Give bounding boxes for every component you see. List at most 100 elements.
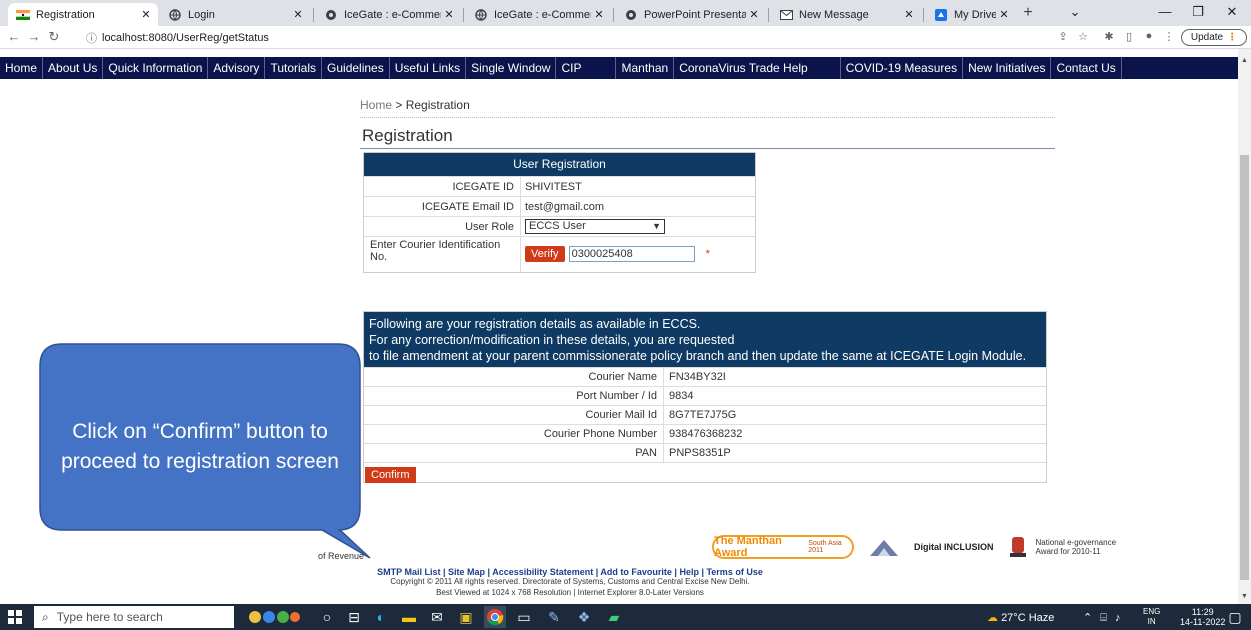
table-row: Courier Mail Id 8G7TE7J75G — [364, 405, 1046, 424]
tab-my-drive[interactable]: My Drive ✕ — [926, 3, 1016, 26]
info-icon[interactable]: ⓘ — [86, 30, 97, 46]
app-icon[interactable]: ▰ — [605, 608, 623, 626]
chrome-icon[interactable] — [484, 606, 506, 628]
globe-icon — [168, 8, 182, 22]
tab-registration[interactable]: Registration ✕ — [8, 3, 158, 26]
scrollbar-thumb[interactable] — [1240, 155, 1249, 580]
lang-top: ENG — [1143, 607, 1161, 616]
nav-about-us[interactable]: About Us — [43, 57, 104, 79]
email-label: ICEGATE Email ID — [364, 197, 521, 216]
icegate-icon — [624, 8, 638, 22]
menu-dots-icon[interactable]: ⋮ — [1162, 30, 1176, 43]
registration-details: Following are your registration details … — [363, 311, 1047, 483]
extensions-icon[interactable]: ✱ — [1102, 30, 1116, 43]
nav-useful-links[interactable]: Useful Links — [390, 57, 467, 79]
breadcrumb-current: Registration — [405, 98, 470, 112]
notification-icon[interactable]: ▢ — [1226, 608, 1244, 626]
tool-icon[interactable]: ❖ — [575, 608, 593, 626]
taskbar: ⌕ Type here to search ○ ⊟ ◐ ▬ ✉ ▣ ▭ ✎ ❖ … — [0, 604, 1251, 630]
update-button[interactable]: Update ⋮ — [1181, 29, 1247, 46]
breadcrumb-home[interactable]: Home — [360, 98, 392, 112]
nav-tutorials[interactable]: Tutorials — [265, 57, 323, 79]
restore-icon[interactable]: ❐ — [1183, 4, 1213, 20]
terminal-icon[interactable]: ▭ — [515, 608, 533, 626]
tab-label: IceGate : e-Commerce — [494, 8, 591, 21]
close-icon[interactable]: ✕ — [591, 8, 607, 21]
manthan-award-logo: The Manthan Award South Asia 2011 — [712, 535, 854, 559]
footer-links[interactable]: SMTP Mail List | Site Map | Accessibilit… — [360, 567, 780, 577]
reload-icon[interactable]: ↻ — [46, 29, 62, 45]
nav-coronavirus-trade-help[interactable]: CoronaVirus Trade Help — [674, 57, 841, 79]
close-icon[interactable]: ✕ — [441, 8, 457, 21]
share-icon[interactable]: ⇪ — [1056, 30, 1070, 43]
chevron-up-icon: ⌃ — [1083, 612, 1093, 624]
edge-icon[interactable]: ◐ — [372, 608, 390, 626]
close-icon[interactable]: ✕ — [901, 8, 917, 21]
user-role-row: User Role ECCS User ▼ — [364, 216, 755, 236]
scroll-down-icon[interactable]: ▼ — [1238, 591, 1251, 603]
nav-covid-measures[interactable]: COVID-19 Measures — [841, 57, 964, 79]
tab-icegate-2[interactable]: IceGate : e-Commerce ✕ — [466, 3, 611, 26]
tab-label: Login — [188, 8, 215, 21]
taskbar-clock[interactable]: 11:29 14-11-2022 — [1180, 607, 1225, 627]
icegate-id-label: ICEGATE ID — [364, 177, 521, 196]
store-icon[interactable]: ▣ — [457, 608, 475, 626]
tab-icegate-1[interactable]: IceGate : e-Commerce ✕ — [316, 3, 461, 26]
profile-icon[interactable]: ● — [1142, 30, 1156, 42]
side-panel-icon[interactable]: ▯ — [1122, 30, 1136, 43]
national-emblem-icon — [1008, 535, 1028, 559]
nav-new-initiatives[interactable]: New Initiatives — [963, 57, 1052, 79]
close-icon[interactable]: ✕ — [290, 8, 306, 21]
breadcrumb: Home > Registration — [360, 98, 470, 112]
pen-icon[interactable]: ✎ — [545, 608, 563, 626]
close-icon[interactable]: ✕ — [138, 8, 154, 21]
close-icon[interactable]: ✕ — [746, 8, 762, 21]
mail-app-icon[interactable]: ✉ — [428, 608, 446, 626]
user-registration-table: User Registration ICEGATE ID SHIVITEST I… — [363, 152, 756, 273]
tab-new-message[interactable]: New Message ✕ — [771, 3, 921, 26]
nav-single-window[interactable]: Single Window — [466, 57, 557, 79]
courier-id-label: Enter Courier Identification No. — [364, 237, 521, 272]
tab-label: Registration — [36, 8, 95, 21]
nav-manthan[interactable]: Manthan — [616, 57, 675, 79]
tray-icons[interactable]: ⌃ ⌸ ♪ — [1083, 611, 1120, 625]
cortana-icon[interactable]: ○ — [318, 608, 336, 626]
nav-advisory[interactable]: Advisory — [208, 57, 266, 79]
close-icon[interactable]: ✕ — [996, 8, 1012, 21]
task-view-icon[interactable]: ⊟ — [345, 608, 363, 626]
nav-guidelines[interactable]: Guidelines — [322, 57, 390, 79]
language-indicator[interactable]: ENG IN — [1143, 607, 1160, 627]
tab-search-icon[interactable]: ⌄ — [1060, 4, 1090, 20]
chevron-down-icon: ▼ — [652, 221, 661, 231]
courier-id-input[interactable]: 0300025408 — [568, 246, 695, 262]
close-window-icon[interactable]: ✕ — [1217, 4, 1247, 20]
url-field[interactable]: ⓘ localhost:8080/UserReg/getStatus — [86, 29, 269, 46]
tab-label: IceGate : e-Commerce — [344, 8, 441, 21]
nav-home[interactable]: Home — [0, 57, 44, 79]
file-explorer-icon[interactable]: ▬ — [400, 608, 418, 626]
tab-powerpoint[interactable]: PowerPoint Presentatio ✕ — [616, 3, 766, 26]
awards-strip: The Manthan Award South Asia 2011 Digita… — [712, 532, 1126, 562]
bookmark-star-icon[interactable]: ☆ — [1076, 30, 1090, 43]
url-text: localhost:8080/UserReg/getStatus — [102, 31, 269, 44]
weather-text: 27°C Haze — [1001, 612, 1055, 624]
nav-quick-information[interactable]: Quick Information — [103, 57, 209, 79]
verify-button[interactable]: Verify — [525, 246, 565, 262]
minimize-icon[interactable]: — — [1150, 4, 1180, 19]
weather-widget[interactable]: ☁ 27°C Haze — [987, 611, 1054, 624]
user-role-select[interactable]: ECCS User ▼ — [525, 219, 665, 234]
scroll-up-icon[interactable]: ▲ — [1238, 55, 1251, 67]
windows-start-icon[interactable] — [8, 610, 22, 624]
forward-icon[interactable]: → — [26, 29, 42, 44]
weather-icon: ☁ — [987, 612, 998, 624]
icegate-id-row: ICEGATE ID SHIVITEST — [364, 176, 755, 196]
taskbar-search[interactable]: ⌕ Type here to search — [34, 606, 234, 628]
table-row: Port Number / Id 9834 — [364, 386, 1046, 405]
nav-cip[interactable]: CIP — [556, 57, 617, 79]
back-icon[interactable]: ← — [6, 29, 22, 44]
nav-contact-us[interactable]: Contact Us — [1051, 57, 1122, 79]
widgets-icon[interactable] — [245, 608, 305, 626]
new-tab-button[interactable]: + — [1018, 5, 1038, 23]
tab-login[interactable]: Login ✕ — [160, 3, 310, 26]
confirm-button[interactable]: Confirm — [365, 467, 416, 483]
